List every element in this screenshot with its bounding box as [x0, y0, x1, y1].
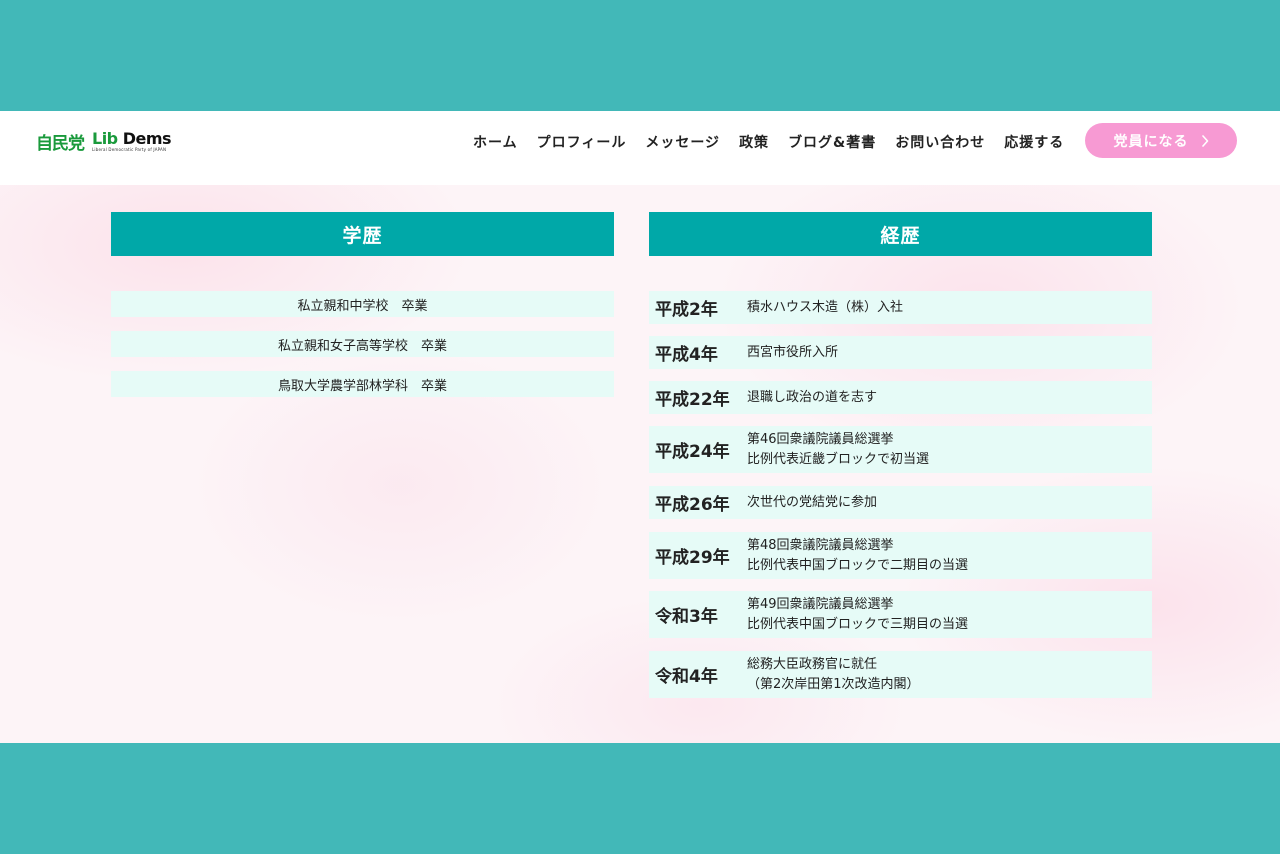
- libdems-logo-sub: Liberal Democratic Party of JAPAN: [92, 147, 167, 152]
- career-year: 令和3年: [655, 607, 718, 627]
- site-header: 自民党 Lib Dems Liberal Democratic Party of…: [0, 111, 1280, 185]
- career-year: 平成4年: [655, 345, 718, 365]
- career-item: 平成2年 積水ハウス木造（株）入社: [649, 291, 1152, 324]
- nav-message[interactable]: メッセージ: [645, 132, 720, 152]
- join-member-label: 党員になる: [1113, 133, 1189, 150]
- career-item: 平成26年 次世代の党結党に参加: [649, 486, 1152, 519]
- libdems-logo-lib: Lib: [92, 129, 118, 148]
- career-text: 積水ハウス木造（株）入社: [747, 299, 904, 315]
- career-text: （第2次岸田第1次改造内閣）: [747, 676, 920, 692]
- education-item: 私立親和中学校 卒業: [111, 291, 614, 317]
- page-frame: 自民党 Lib Dems Liberal Democratic Party of…: [0, 111, 1280, 743]
- career-text: 第46回衆議院議員総選挙: [747, 431, 894, 447]
- ldp-logo: 自民党: [36, 134, 85, 154]
- career-text: 第49回衆議院議員総選挙: [747, 596, 894, 612]
- career-heading: 経歴: [649, 212, 1152, 256]
- career-text: 第48回衆議院議員総選挙: [747, 537, 894, 553]
- career-text: 比例代表近畿ブロックで初当選: [747, 451, 930, 467]
- career-text: 退職し政治の道を志す: [747, 389, 878, 405]
- career-item: 令和4年 総務大臣政務官に就任 （第2次岸田第1次改造内閣）: [649, 651, 1152, 698]
- nav-home[interactable]: ホーム: [473, 132, 518, 152]
- career-text: 西宮市役所入所: [747, 344, 839, 360]
- career-text: 比例代表中国ブロックで二期目の当選: [747, 557, 969, 573]
- career-year: 令和4年: [655, 667, 718, 687]
- career-year: 平成24年: [655, 442, 730, 462]
- career-item: 平成4年 西宮市役所入所: [649, 336, 1152, 369]
- nav-blog[interactable]: ブログ&著書: [788, 132, 876, 152]
- career-text: 比例代表中国ブロックで三期目の当選: [747, 616, 969, 632]
- chevron-right-icon: [1201, 134, 1208, 147]
- libdems-logo-dems: Dems: [122, 129, 172, 148]
- career-year: 平成26年: [655, 495, 730, 515]
- career-item: 平成29年 第48回衆議院議員総選挙 比例代表中国ブロックで二期目の当選: [649, 532, 1152, 579]
- nav-profile[interactable]: プロフィール: [537, 132, 627, 152]
- career-text: 次世代の党結党に参加: [747, 494, 878, 510]
- nav-support[interactable]: 応援する: [1004, 132, 1064, 152]
- education-item: 私立親和女子高等学校 卒業: [111, 331, 614, 357]
- libdems-logo: Lib Dems Liberal Democratic Party of JAP…: [92, 129, 172, 152]
- site-logo[interactable]: 自民党 Lib Dems Liberal Democratic Party of…: [36, 129, 172, 155]
- main-nav: ホーム プロフィール メッセージ 政策 ブログ&著書 お問い合わせ 応援する: [473, 132, 1064, 152]
- nav-contact[interactable]: お問い合わせ: [895, 132, 985, 152]
- profile-content: 学歴 私立親和中学校 卒業 私立親和女子高等学校 卒業 鳥取大学農学部林学科 卒…: [0, 185, 1280, 743]
- career-year: 平成29年: [655, 548, 730, 568]
- join-member-button[interactable]: 党員になる: [1085, 123, 1237, 158]
- career-text: 総務大臣政務官に就任: [747, 656, 878, 672]
- nav-policy[interactable]: 政策: [739, 132, 769, 152]
- career-item: 令和3年 第49回衆議院議員総選挙 比例代表中国ブロックで三期目の当選: [649, 591, 1152, 638]
- career-item: 平成22年 退職し政治の道を志す: [649, 381, 1152, 414]
- career-item: 平成24年 第46回衆議院議員総選挙 比例代表近畿ブロックで初当選: [649, 426, 1152, 473]
- career-year: 平成22年: [655, 390, 730, 410]
- career-year: 平成2年: [655, 300, 718, 320]
- education-item: 鳥取大学農学部林学科 卒業: [111, 371, 614, 397]
- education-heading: 学歴: [111, 212, 614, 256]
